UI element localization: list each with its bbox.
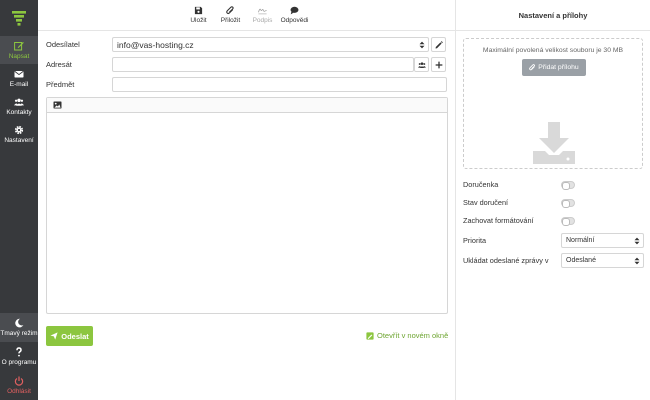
nav-compose[interactable]: Napsat [0,36,38,64]
image-icon[interactable] [53,101,62,109]
gear-icon [14,125,24,134]
users-icon [14,98,24,106]
nav-dark-mode-label: Tmavý režim [0,330,38,337]
edit-sender-button[interactable] [431,37,446,52]
logo-icon [12,11,26,26]
from-value: info@vas-hosting.cz [117,39,194,50]
subject-label: Předmět [46,80,75,89]
contacts-button[interactable] [414,57,429,72]
question-icon [16,347,22,357]
delivery-status-label: Stav doručení [463,198,509,207]
nav-logout[interactable]: Odhlásit [0,371,38,400]
paperclip-icon [226,6,234,15]
nav-settings[interactable]: Nastavení [0,120,38,148]
nav-about-label: O programu [1,359,37,366]
from-select[interactable]: info@vas-hosting.cz [112,37,429,52]
signature-button[interactable]: Podpis [249,6,277,24]
nav-about[interactable]: O programu [0,342,38,371]
save-sent-label: Ukládat odeslané zprávy v [463,256,549,265]
nav-settings-label: Nastavení [4,136,34,144]
max-size-text: Maximální povolená velikost souboru je 3… [482,47,624,54]
message-editor[interactable] [46,97,448,314]
delivery-status-toggle[interactable] [561,198,575,208]
send-button[interactable]: Odeslat [46,326,93,346]
open-new-window-link[interactable]: Otevřít v novém okně [366,331,448,340]
nav-contacts[interactable]: Kontakty [0,92,38,120]
nav-contacts-label: Kontakty [6,108,32,116]
power-icon [14,376,24,386]
priority-option: Priorita Normální [463,233,644,248]
save-button[interactable]: Uložit [185,6,213,24]
attach-label: Přiložit [220,17,241,24]
pencil-square-icon [14,41,24,50]
reply-label: Odpovědi [280,17,309,24]
open-new-window-label: Otevřít v novém okně [377,331,449,340]
select-caret-icon [419,41,425,49]
compose-area: Uložit Přiložit Podpis Odpovědi Odesílat… [38,0,455,400]
receipt-option: Doručenka [463,177,644,192]
nav-logout-label: Odhlásit [7,388,31,395]
nav-email[interactable]: E-mail [0,64,38,92]
delivery-status-option: Stav doručení [463,195,644,210]
keep-formatting-toggle[interactable] [561,216,575,226]
sidebar-bottom: Tmavý režim O programu Odhlásit [0,313,38,400]
add-recipient-button[interactable] [431,57,446,72]
subject-input[interactable] [112,77,447,92]
nav-dark-mode[interactable]: Tmavý režim [0,313,38,342]
floppy-icon [194,6,203,15]
compose-toolbar: Uložit Přiložit Podpis Odpovědi [38,0,455,31]
download-icon [533,122,575,164]
add-attachment-button[interactable]: Přidat přílohu [522,59,586,76]
save-sent-select[interactable]: Odeslané [561,253,644,268]
to-input[interactable] [112,57,414,72]
panel-title: Nastavení a přílohy [456,0,650,31]
select-caret-icon [634,257,640,265]
save-label: Uložit [190,17,207,24]
keep-formatting-option: Zachovat formátování [463,213,644,228]
plus-icon [435,61,442,68]
save-sent-option: Ukládat odeslané zprávy v Odeslané [463,253,644,268]
moon-icon [15,318,24,328]
nav-email-label: E-mail [9,80,29,88]
signature-label: Podpis [252,17,273,24]
priority-value: Normální [566,237,595,244]
from-label: Odesílatel [46,40,80,49]
settings-panel: Nastavení a přílohy Maximální povolená v… [455,0,650,400]
to-label: Adresát [46,60,72,69]
priority-label: Priorita [463,236,487,245]
keep-formatting-label: Zachovat formátování [463,216,534,225]
sidebar: Napsat E-mail Kontakty Nastavení Tmavý r… [0,0,38,400]
priority-select[interactable]: Normální [561,233,644,248]
envelope-icon [14,70,24,77]
paper-plane-icon [50,332,58,340]
users-icon [417,61,426,68]
editor-toolbar [47,98,447,113]
attachment-dropzone[interactable]: Maximální povolená velikost souboru je 3… [463,38,643,169]
save-sent-value: Odeslané [566,257,596,264]
send-label: Odeslat [61,331,89,341]
paperclip-icon [529,64,536,71]
select-caret-icon [634,237,640,245]
app-logo[interactable] [0,0,38,36]
receipt-toggle[interactable] [561,180,575,190]
add-attachment-label: Přidat přílohu [538,64,579,71]
attach-button[interactable]: Přiložit [217,6,245,24]
pencil-square-icon [366,331,374,340]
speech-bubble-icon [290,6,299,15]
signature-icon [258,8,267,15]
receipt-label: Doručenka [463,180,499,189]
pencil-icon [435,40,443,48]
nav-compose-label: Napsat [8,52,30,60]
reply-button[interactable]: Odpovědi [281,6,309,24]
